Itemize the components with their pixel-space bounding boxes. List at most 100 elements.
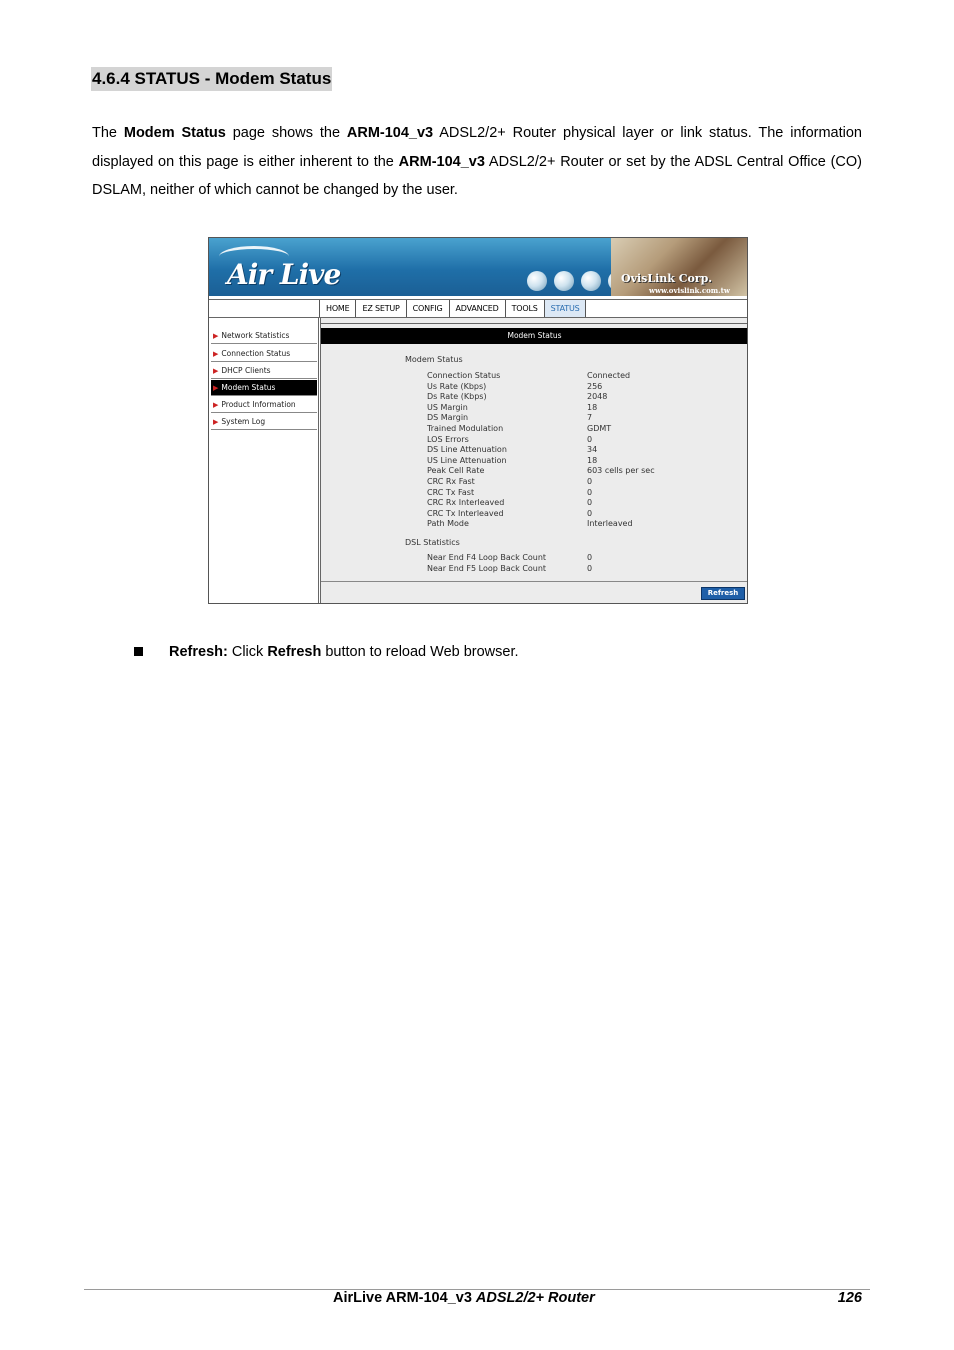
router-main-panel: Modem Status Modem Status Connection Sta…: [320, 318, 747, 603]
tab-config[interactable]: CONFIG: [405, 300, 449, 317]
status-row-value: 7: [587, 413, 593, 423]
sidebar-item-connection-status[interactable]: ▶ Connection Status: [211, 346, 317, 362]
router-screenshot: Air Live OvisLink Corp. www.ovislink.com…: [208, 237, 748, 604]
intro-text-2: page shows the: [225, 125, 347, 141]
page-number: 126: [837, 1290, 862, 1306]
intro-text-1: The: [92, 125, 124, 141]
panel-title: Modem Status: [321, 328, 747, 344]
status-row-value: 0: [587, 487, 593, 497]
tab-advanced[interactable]: ADVANCED: [448, 300, 505, 317]
status-row: DS Margin 7: [427, 413, 747, 424]
status-row: CRC Tx Interleaved 0: [427, 509, 747, 520]
sidebar-item-product-information[interactable]: ▶ Product Information: [211, 397, 317, 413]
router-tabs: HOME EZ SETUP CONFIG ADVANCED TOOLS STAT…: [319, 300, 587, 317]
status-row-value: 256: [587, 381, 603, 391]
sidebar-item-label: DHCP Clients: [221, 366, 271, 375]
status-row-value: Connected: [587, 371, 631, 380]
status-row: CRC Rx Fast 0: [427, 477, 747, 488]
status-row: Path Mode Interleaved: [427, 519, 747, 530]
intro-paragraph: The Modem Status page shows the ARM-104_…: [92, 119, 862, 205]
status-row-value: 0: [587, 477, 593, 486]
sidebar-item-label: System Log: [221, 417, 266, 426]
status-row-value: 0: [587, 498, 593, 508]
status-row: CRC Rx Interleaved 0: [427, 498, 747, 509]
tab-tools[interactable]: TOOLS: [504, 300, 544, 317]
refresh-desc-2: button to reload Web browser.: [321, 644, 519, 660]
globe-icon: [554, 271, 574, 291]
status-row-value: 0: [587, 563, 593, 573]
panel-footer-divider: [321, 581, 747, 582]
status-row-label: DS Margin: [427, 413, 469, 423]
status-row-value: GDMT: [587, 424, 612, 433]
status-row-label: Near End F4 Loop Back Count: [427, 553, 547, 562]
status-row: Connection Status Connected: [427, 371, 747, 382]
status-row-label: Us Rate (Kbps): [427, 381, 487, 391]
status-row-label: Trained Modulation: [427, 424, 504, 433]
sidebar-item-label: Product Information: [221, 400, 296, 409]
arrow-right-icon: ▶: [213, 367, 219, 375]
status-row-label: Connection Status: [427, 371, 501, 380]
status-row-value: 34: [587, 445, 598, 455]
refresh-desc-1: Click: [227, 644, 268, 660]
sidebar-item-modem-status[interactable]: ▶ Modem Status: [211, 380, 317, 396]
status-row-label: Near End F5 Loop Back Count: [427, 563, 547, 573]
router-nav-bar: HOME EZ SETUP CONFIG ADVANCED TOOLS STAT…: [209, 299, 747, 318]
status-row-label: CRC Tx Fast: [427, 487, 475, 497]
section-heading: 4.6.4 STATUS - Modem Status: [91, 67, 333, 91]
tab-ez-setup[interactable]: EZ SETUP: [355, 300, 405, 317]
intro-bold-3: ARM-104_v3: [398, 153, 485, 170]
panel-divider: [321, 323, 747, 327]
status-row-value: 0: [587, 434, 593, 444]
ovislink-url: www.ovislink.com.tw: [649, 286, 730, 295]
sidebar-item-label: Network Statistics: [221, 331, 290, 340]
refresh-description: Refresh: Click Refresh button to reload …: [169, 643, 519, 661]
status-row-label: CRC Rx Fast: [427, 477, 475, 486]
status-row-label: Ds Rate (Kbps): [427, 392, 487, 402]
ovislink-brand: OvisLink Corp.: [621, 272, 713, 285]
dsl-statistics-section-label: DSL Statistics: [405, 538, 460, 547]
modem-status-section-label: Modem Status: [405, 355, 463, 364]
tab-home[interactable]: HOME: [319, 300, 355, 317]
status-row-label: CRC Tx Interleaved: [427, 508, 504, 518]
status-row: Us Rate (Kbps) 256: [427, 382, 747, 393]
router-banner: Air Live OvisLink Corp. www.ovislink.com…: [209, 238, 747, 296]
status-row: Near End F4 Loop Back Count 0: [427, 553, 747, 564]
status-row: Near End F5 Loop Back Count 0: [427, 564, 747, 575]
router-sidebar: ▶ Network Statistics ▶ Connection Status ▶…: [209, 318, 319, 603]
status-row-value: Interleaved: [587, 519, 633, 529]
sidebar-item-network-statistics[interactable]: ▶ Network Statistics: [211, 328, 317, 344]
status-row-label: US Line Attenuation: [427, 455, 507, 465]
arrow-right-icon: ▶: [213, 418, 219, 426]
status-row: DS Line Attenuation 34: [427, 445, 747, 456]
intro-bold-1: Modem Status: [123, 125, 226, 141]
footer-product-type: ADSL2/2+ Router: [475, 1290, 595, 1306]
status-row: CRC Tx Fast 0: [427, 488, 747, 499]
sidebar-item-label: Connection Status: [221, 349, 291, 358]
bullet-square-icon: [134, 647, 143, 656]
sidebar-item-label: Modem Status: [221, 383, 276, 392]
sidebar-item-dhcp-clients[interactable]: ▶ DHCP Clients: [211, 363, 317, 379]
status-row-value: 603 cells per sec: [587, 466, 655, 476]
arrow-right-icon: ▶: [213, 384, 219, 392]
arrow-right-icon: ▶: [213, 350, 219, 358]
intro-bold-2: ARM-104_v3: [346, 125, 434, 141]
status-row-label: DS Line Attenuation: [427, 445, 507, 455]
status-row-label: US Margin: [427, 402, 468, 412]
airlive-logo: Air Live: [227, 258, 341, 291]
status-row-label: LOS Errors: [427, 434, 469, 444]
footer-product: AirLive ARM-104_v3 ADSL2/2+ Router: [333, 1290, 595, 1306]
sidebar-item-system-log[interactable]: ▶ System Log: [211, 414, 317, 430]
globe-icon: [527, 271, 547, 291]
status-row: US Line Attenuation 18: [427, 456, 747, 467]
arrow-right-icon: ▶: [213, 401, 219, 409]
refresh-term: Refresh:: [169, 644, 228, 660]
status-row: LOS Errors 0: [427, 435, 747, 446]
refresh-desc-bold: Refresh: [267, 644, 322, 660]
status-row-value: 0: [587, 508, 593, 518]
refresh-button[interactable]: Refresh: [701, 587, 745, 600]
status-row-value: 0: [587, 553, 593, 562]
status-row: Trained Modulation GDMT: [427, 424, 747, 435]
status-row-value: 18: [587, 455, 598, 465]
status-row-value: 18: [587, 402, 598, 412]
tab-status[interactable]: STATUS: [543, 300, 587, 317]
